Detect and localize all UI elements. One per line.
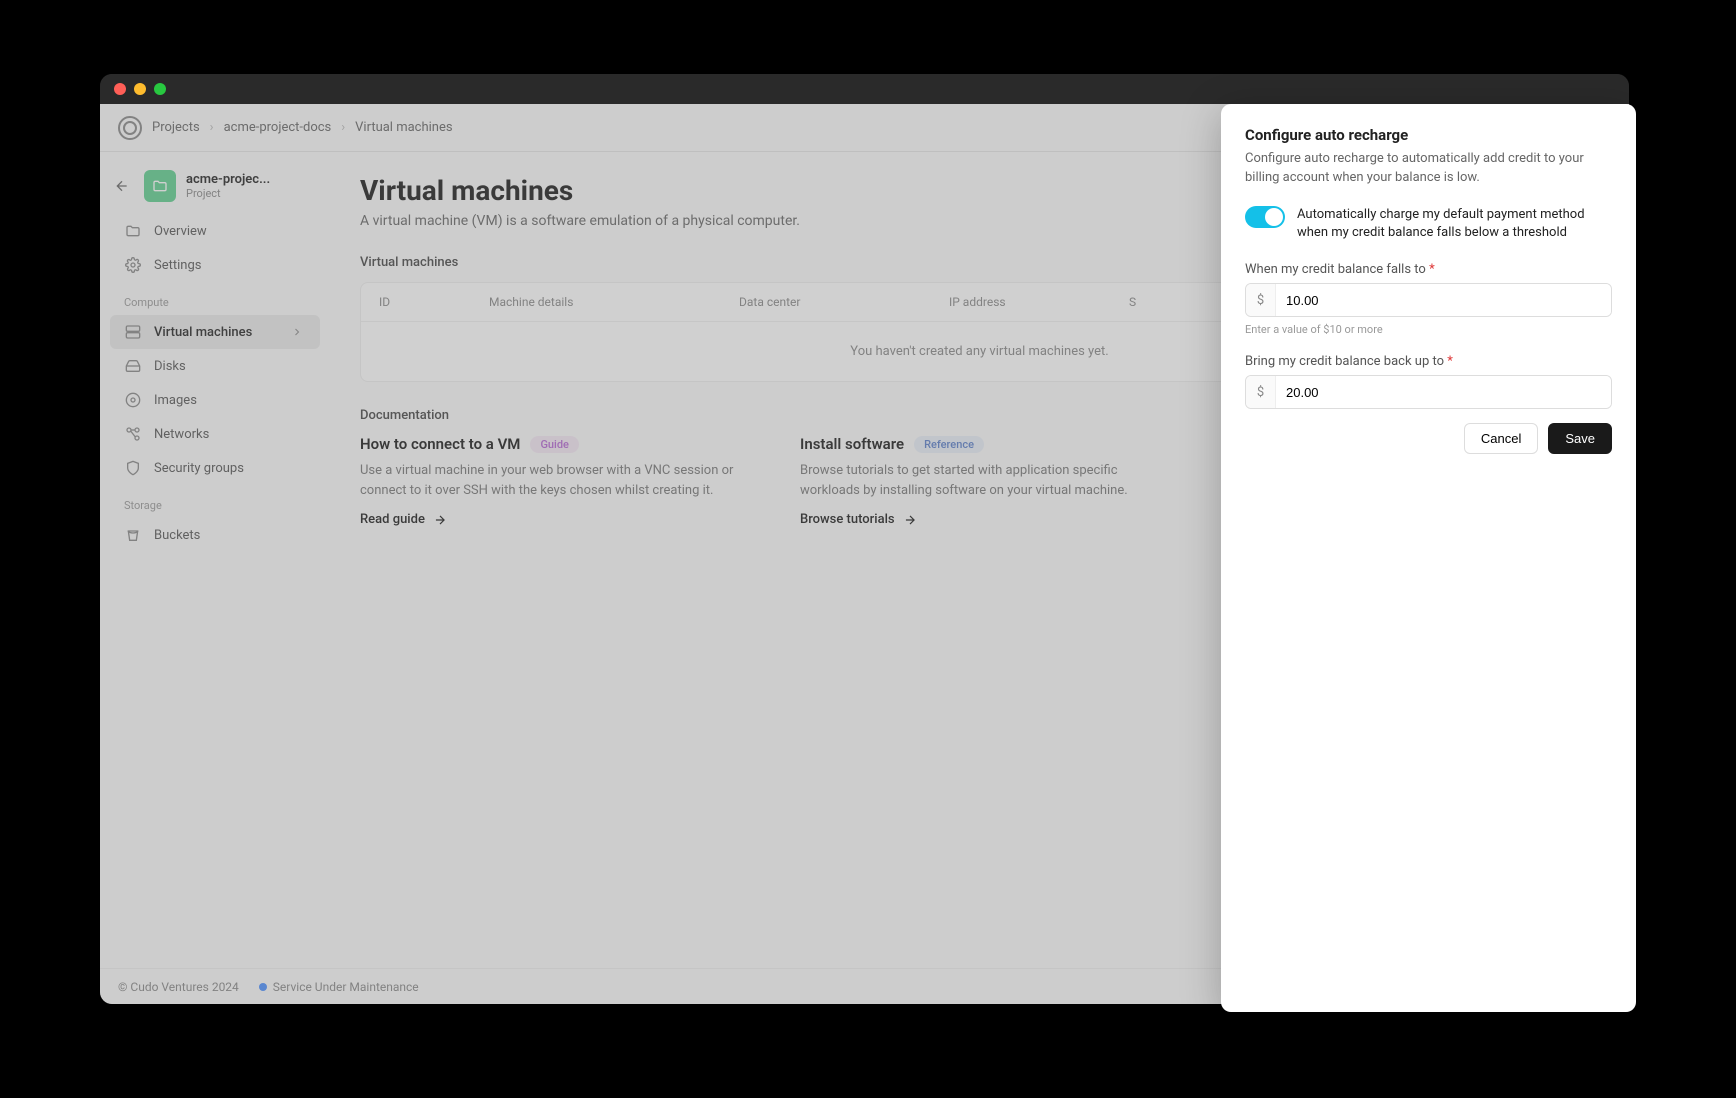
server-icon [124,323,142,341]
breadcrumb: Projects › acme-project-docs › Virtual m… [152,120,453,135]
save-button[interactable]: Save [1548,423,1612,454]
field-target-label: Bring my credit balance back up to [1245,354,1444,369]
auto-recharge-panel: Configure auto recharge Configure auto r… [1221,104,1636,1012]
window-close-icon[interactable] [114,83,126,95]
doc-card: How to connect to a VM Guide Use a virtu… [360,435,740,527]
doc-link[interactable]: Browse tutorials [800,512,1180,527]
sidebar-group-compute: Compute [110,282,320,315]
window-maximize-icon[interactable] [154,83,166,95]
sidebar-item-label: Buckets [154,528,200,543]
required-indicator: * [1429,262,1435,277]
breadcrumb-sep: › [341,120,345,135]
sidebar-item-label: Security groups [154,461,244,476]
toggle-label: Automatically charge my default payment … [1297,206,1612,242]
cancel-button[interactable]: Cancel [1464,423,1538,454]
sidebar-item-label: Settings [154,258,201,273]
footer-copyright: © Cudo Ventures 2024 [118,980,239,994]
sidebar-group-storage: Storage [110,485,320,518]
disk-icon [124,357,142,375]
field-threshold-input[interactable] [1276,284,1611,316]
doc-title: How to connect to a VM [360,435,520,453]
col-id: ID [379,295,489,309]
back-button[interactable] [110,174,134,198]
field-target-input[interactable] [1276,376,1611,408]
footer-status-label: Service Under Maintenance [273,980,419,994]
doc-badge: Guide [530,436,579,453]
field-threshold-hint: Enter a value of $10 or more [1245,323,1612,336]
auto-recharge-toggle[interactable] [1245,206,1285,228]
doc-link-label: Read guide [360,512,425,527]
field-target[interactable]: $ [1245,375,1612,409]
doc-desc: Browse tutorials to get started with app… [800,461,1180,500]
doc-title: Install software [800,435,904,453]
window-titlebar [100,74,1629,104]
arrow-right-icon [903,513,917,527]
col-datacenter: Data center [739,295,949,309]
field-threshold[interactable]: $ [1245,283,1612,317]
breadcrumb-sep: › [210,120,214,135]
project-type: Project [186,187,270,200]
col-machine: Machine details [489,295,739,309]
chevron-right-icon [288,323,306,341]
sidebar-item-label: Networks [154,427,209,442]
sidebar-item-settings[interactable]: Settings [110,248,320,282]
bucket-icon [124,526,142,544]
project-icon [144,170,176,202]
shield-icon [124,459,142,477]
currency-prefix: $ [1246,284,1276,316]
field-threshold-label: When my credit balance falls to [1245,262,1426,277]
sidebar-item-label: Overview [154,224,207,239]
arrow-right-icon [433,513,447,527]
sidebar-item-label: Images [154,393,197,408]
doc-card: Install software Reference Browse tutori… [800,435,1180,527]
breadcrumb-project[interactable]: acme-project-docs [224,120,332,135]
sidebar-item-label: Virtual machines [154,325,252,340]
currency-prefix: $ [1246,376,1276,408]
doc-link-label: Browse tutorials [800,512,895,527]
sidebar-item-vms[interactable]: Virtual machines [110,315,320,349]
sidebar-item-images[interactable]: Images [110,383,320,417]
col-ip: IP address [949,295,1129,309]
window-minimize-icon[interactable] [134,83,146,95]
footer-status: Service Under Maintenance [259,980,419,994]
gear-icon [124,256,142,274]
sidebar-item-disks[interactable]: Disks [110,349,320,383]
status-dot-icon [259,983,267,991]
project-name: acme-projec... [186,172,270,187]
required-indicator: * [1447,354,1453,369]
panel-title: Configure auto recharge [1245,126,1612,144]
disc-icon [124,391,142,409]
sidebar: acme-projec... Project Overview Settings… [100,152,330,968]
breadcrumb-page[interactable]: Virtual machines [355,120,452,135]
breadcrumb-root[interactable]: Projects [152,120,200,135]
sidebar-item-security[interactable]: Security groups [110,451,320,485]
panel-desc: Configure auto recharge to automatically… [1245,150,1612,188]
doc-badge: Reference [914,436,984,453]
sidebar-item-networks[interactable]: Networks [110,417,320,451]
logo-icon[interactable] [118,116,142,140]
doc-link[interactable]: Read guide [360,512,740,527]
folder-icon [124,222,142,240]
network-icon [124,425,142,443]
sidebar-item-buckets[interactable]: Buckets [110,518,320,552]
sidebar-item-overview[interactable]: Overview [110,214,320,248]
sidebar-item-label: Disks [154,359,186,374]
doc-desc: Use a virtual machine in your web browse… [360,461,740,500]
